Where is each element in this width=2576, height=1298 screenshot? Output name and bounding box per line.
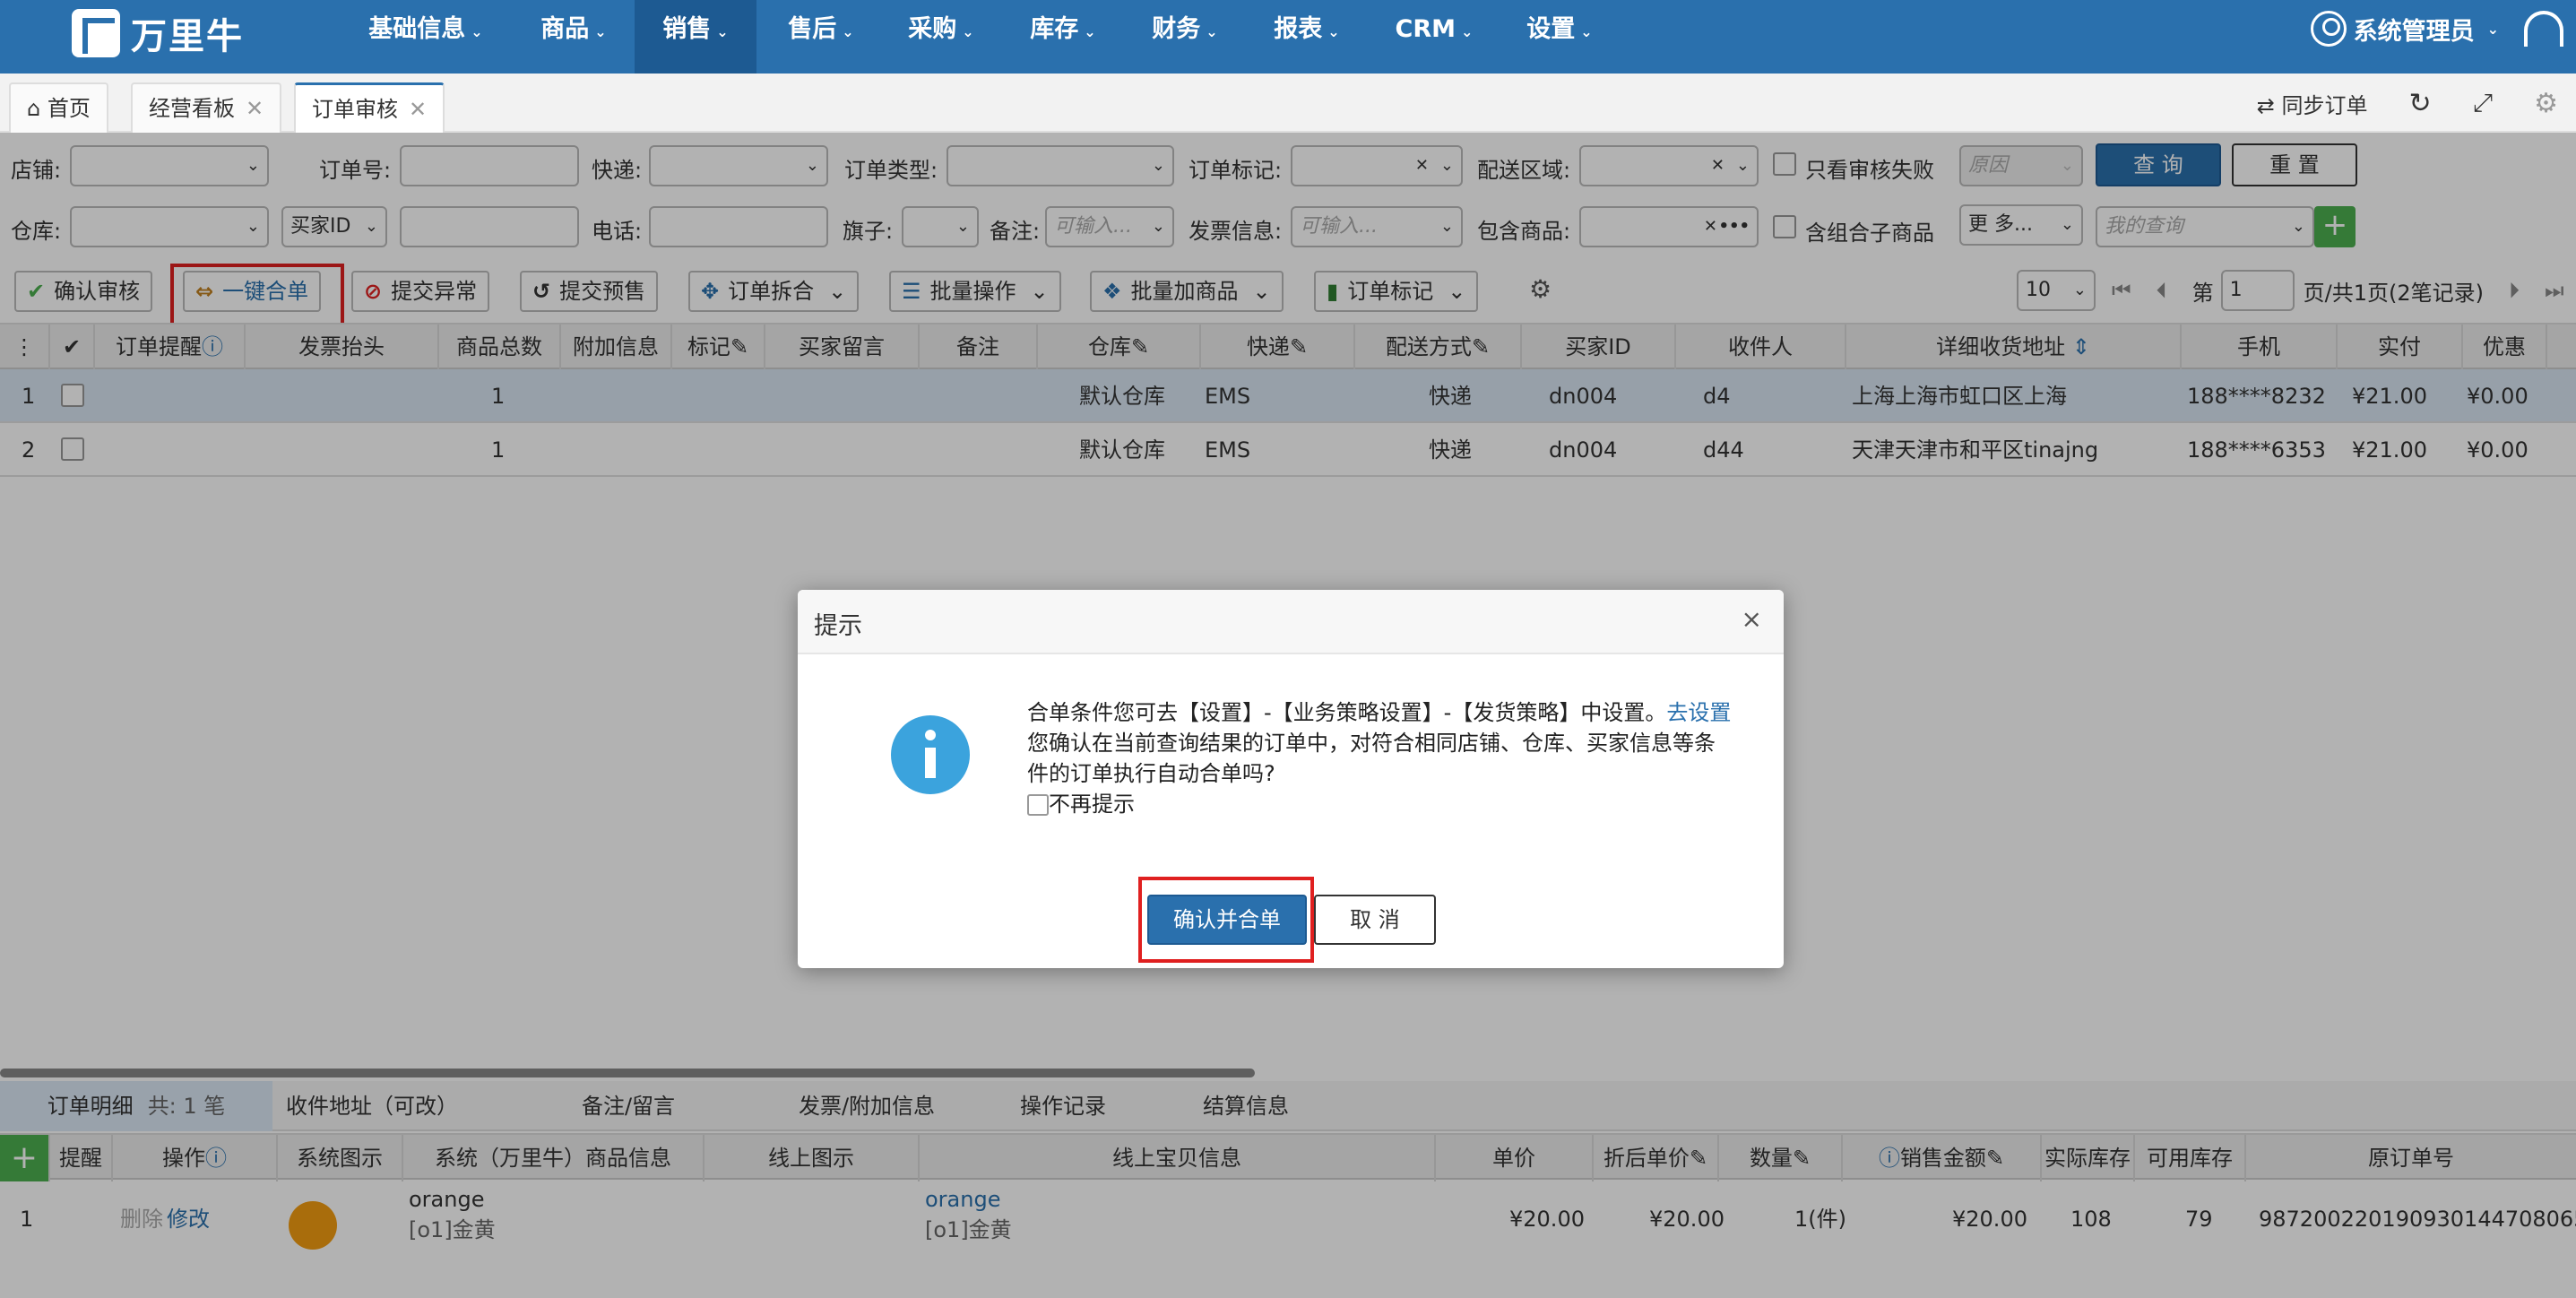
user-menu[interactable]: 系统管理员 ⌄ xyxy=(2310,11,2499,47)
nav-label: 基础信息 xyxy=(368,15,466,43)
nav-item-settings[interactable]: 设置 ⌄ xyxy=(1515,0,1604,74)
nav-label: 报表 xyxy=(1274,15,1323,43)
tab-label: 订单审核 xyxy=(312,97,398,122)
nav-item-crm[interactable]: CRM ⌄ xyxy=(1389,0,1479,74)
nav-item-after-sales[interactable]: 售后 ⌄ xyxy=(776,0,866,74)
logo-text: 万里牛 xyxy=(131,16,244,57)
fullscreen-icon[interactable]: ⤢ xyxy=(2473,88,2493,118)
refresh-icon[interactable]: ↻ xyxy=(2409,88,2432,119)
tab-dashboard[interactable]: 经营看板 ✕ xyxy=(131,82,282,133)
nav-label: 采购 xyxy=(908,15,957,43)
sync-label: 同步订单 xyxy=(2281,92,2368,118)
dialog-line1: 合单条件您可去【设置】-【业务策略设置】-【发货策略】中设置。 xyxy=(1027,700,1667,725)
chevron-down-icon: ⌄ xyxy=(716,23,729,40)
nav-item-purchase[interactable]: 采购 ⌄ xyxy=(896,0,986,74)
go-settings-link[interactable]: 去设置 xyxy=(1666,700,1731,725)
top-nav: 万里牛 基础信息 ⌄ 商品 ⌄ 销售 ⌄ 售后 ⌄ 采购 ⌄ 库存 ⌄ 财务 ⌄ 报表 ⌄ CR… xyxy=(0,0,2576,74)
no-remind-label: 不再提示 xyxy=(1049,792,1135,817)
user-name: 系统管理员 xyxy=(2353,17,2475,46)
tab-label: 首页 xyxy=(47,96,91,121)
dialog-header: 提示 × xyxy=(798,590,1784,654)
chevron-down-icon: ⌄ xyxy=(1084,23,1096,40)
chevron-down-icon: ⌄ xyxy=(1327,23,1340,40)
tab-actions: ⇄ 同步订单 ↻ ⤢ ⚙ xyxy=(2257,74,2576,133)
settings-gear-icon[interactable]: ⚙ xyxy=(2534,88,2558,119)
chevron-down-icon: ⌄ xyxy=(594,23,607,40)
headset-icon[interactable] xyxy=(2524,11,2563,47)
close-icon[interactable]: ✕ xyxy=(246,96,264,121)
close-icon[interactable]: × xyxy=(1742,604,1762,634)
tab-bar: ⌂ 首页 经营看板 ✕ 订单审核 ✕ xyxy=(0,74,2576,133)
nav-item-sales[interactable]: 销售 ⌄ xyxy=(635,0,756,74)
nav-label: 销售 xyxy=(662,15,712,43)
sync-order-button[interactable]: ⇄ 同步订单 xyxy=(2257,88,2368,119)
home-icon: ⌂ xyxy=(27,96,48,121)
sync-icon: ⇄ xyxy=(2256,92,2282,118)
nav-label: 商品 xyxy=(540,15,590,43)
nav-label: 财务 xyxy=(1152,15,1201,43)
nav-label: CRM xyxy=(1395,15,1457,43)
tab-order-audit[interactable]: 订单审核 ✕ xyxy=(294,82,445,133)
nav-label: 售后 xyxy=(788,15,837,43)
nav-item-reports[interactable]: 报表 ⌄ xyxy=(1262,0,1352,74)
chevron-down-icon: ⌄ xyxy=(842,23,854,40)
nav-item-finance[interactable]: 财务 ⌄ xyxy=(1140,0,1230,74)
logo[interactable]: 万里牛 xyxy=(72,5,244,61)
nav-label: 设置 xyxy=(1526,15,1576,43)
chevron-down-icon: ⌄ xyxy=(1206,23,1218,40)
no-remind-checkbox[interactable] xyxy=(1027,794,1049,816)
chevron-down-icon: ⌄ xyxy=(1580,23,1593,40)
nav-item-inventory[interactable]: 库存 ⌄ xyxy=(1018,0,1108,74)
nav-item-basic-info[interactable]: 基础信息 ⌄ xyxy=(359,0,493,74)
close-icon[interactable]: ✕ xyxy=(409,97,427,122)
logo-icon xyxy=(72,9,120,57)
tab-label: 经营看板 xyxy=(149,96,235,121)
chevron-down-icon: ⌄ xyxy=(962,23,974,40)
info-icon xyxy=(891,715,970,794)
user-icon xyxy=(2310,11,2347,47)
dialog-title: 提示 xyxy=(814,612,862,640)
chevron-down-icon: ⌄ xyxy=(2486,20,2499,38)
chevron-down-icon: ⌄ xyxy=(471,23,483,40)
cancel-button[interactable]: 取 消 xyxy=(1314,895,1436,945)
tab-home[interactable]: ⌂ 首页 xyxy=(9,82,108,133)
confirm-dialog: 提示 × 合单条件您可去【设置】-【业务策略设置】-【发货策略】中设置。去设置 … xyxy=(798,590,1784,968)
nav-label: 库存 xyxy=(1030,15,1079,43)
nav-item-goods[interactable]: 商品 ⌄ xyxy=(529,0,618,74)
dialog-line2: 您确认在当前查询结果的订单中，对符合相同店铺、仓库、买家信息等条件的订单执行自动… xyxy=(1027,731,1716,786)
highlight-confirm-merge xyxy=(1138,877,1314,963)
dialog-message: 合单条件您可去【设置】-【业务策略设置】-【发货策略】中设置。去设置 您确认在当… xyxy=(1027,697,1735,819)
chevron-down-icon: ⌄ xyxy=(1461,23,1474,40)
